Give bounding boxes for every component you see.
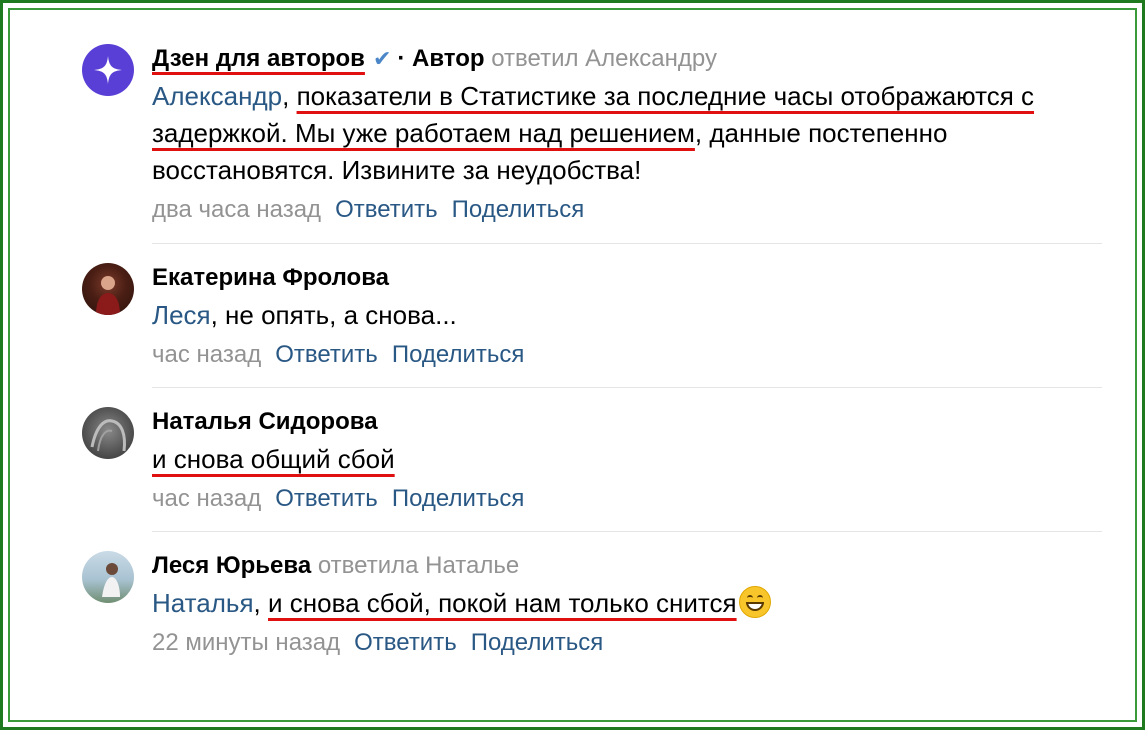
reply-button[interactable]: Ответить — [335, 196, 438, 223]
reply-button[interactable]: Ответить — [275, 485, 378, 512]
avatar[interactable] — [82, 263, 134, 315]
avatar[interactable] — [82, 551, 134, 603]
highlighted-text-content: и снова сбой, покой нам только снится — [268, 588, 737, 618]
author-role: · Автор — [397, 45, 485, 72]
reply-button[interactable]: Ответить — [354, 629, 457, 656]
share-button[interactable]: Поделиться — [392, 341, 525, 368]
comment-text: Леся, не опять, а снова... — [152, 297, 1102, 334]
share-button[interactable]: Поделиться — [392, 485, 525, 512]
person-icon — [96, 276, 120, 315]
author-name[interactable]: Дзен для авторов — [152, 45, 365, 72]
person-icon — [102, 563, 120, 597]
mention-link[interactable]: Александр — [152, 81, 282, 111]
timestamp: два часа назад — [152, 196, 322, 223]
comment-text: и снова общий сбой — [152, 441, 1102, 478]
text-separator: , — [253, 588, 261, 618]
avatar[interactable] — [82, 407, 134, 459]
person-icon — [90, 419, 126, 452]
timestamp: час назад — [152, 341, 262, 368]
share-button[interactable]: Поделиться — [471, 629, 604, 656]
comment-text: Александр, показатели в Статистике за по… — [152, 78, 1102, 189]
text-separator: , — [282, 81, 290, 111]
author-name[interactable]: Екатерина Фролова — [152, 264, 389, 291]
share-button[interactable]: Поделиться — [452, 196, 585, 223]
checkmark-icon: ✔ — [372, 46, 392, 71]
sparkle-icon — [94, 56, 122, 84]
highlighted-text: и снова общий сбой — [152, 444, 395, 474]
mention-link[interactable]: Леся — [152, 300, 211, 330]
divider — [152, 243, 1102, 244]
divider — [152, 387, 1102, 388]
reply-to[interactable]: ответила Наталье — [318, 552, 519, 579]
grinning-face-emoji-icon — [738, 586, 771, 618]
comment-text-rest: , не опять, а снова... — [210, 300, 457, 330]
mention-link[interactable]: Наталья — [152, 588, 254, 618]
divider — [152, 531, 1102, 532]
author-name[interactable]: Леся Юрьева — [152, 552, 311, 579]
author-name[interactable]: Наталья Сидорова — [152, 408, 378, 435]
reply-to[interactable]: ответил Александру — [491, 45, 717, 72]
highlighted-text: и снова сбой, покой нам только снится — [268, 586, 771, 618]
comment-text: Наталья, и снова сбой, покой нам только … — [152, 585, 1102, 622]
timestamp: 22 минуты назад — [152, 629, 341, 656]
timestamp: час назад — [152, 485, 262, 512]
avatar[interactable] — [82, 44, 134, 96]
reply-button[interactable]: Ответить — [275, 341, 378, 368]
